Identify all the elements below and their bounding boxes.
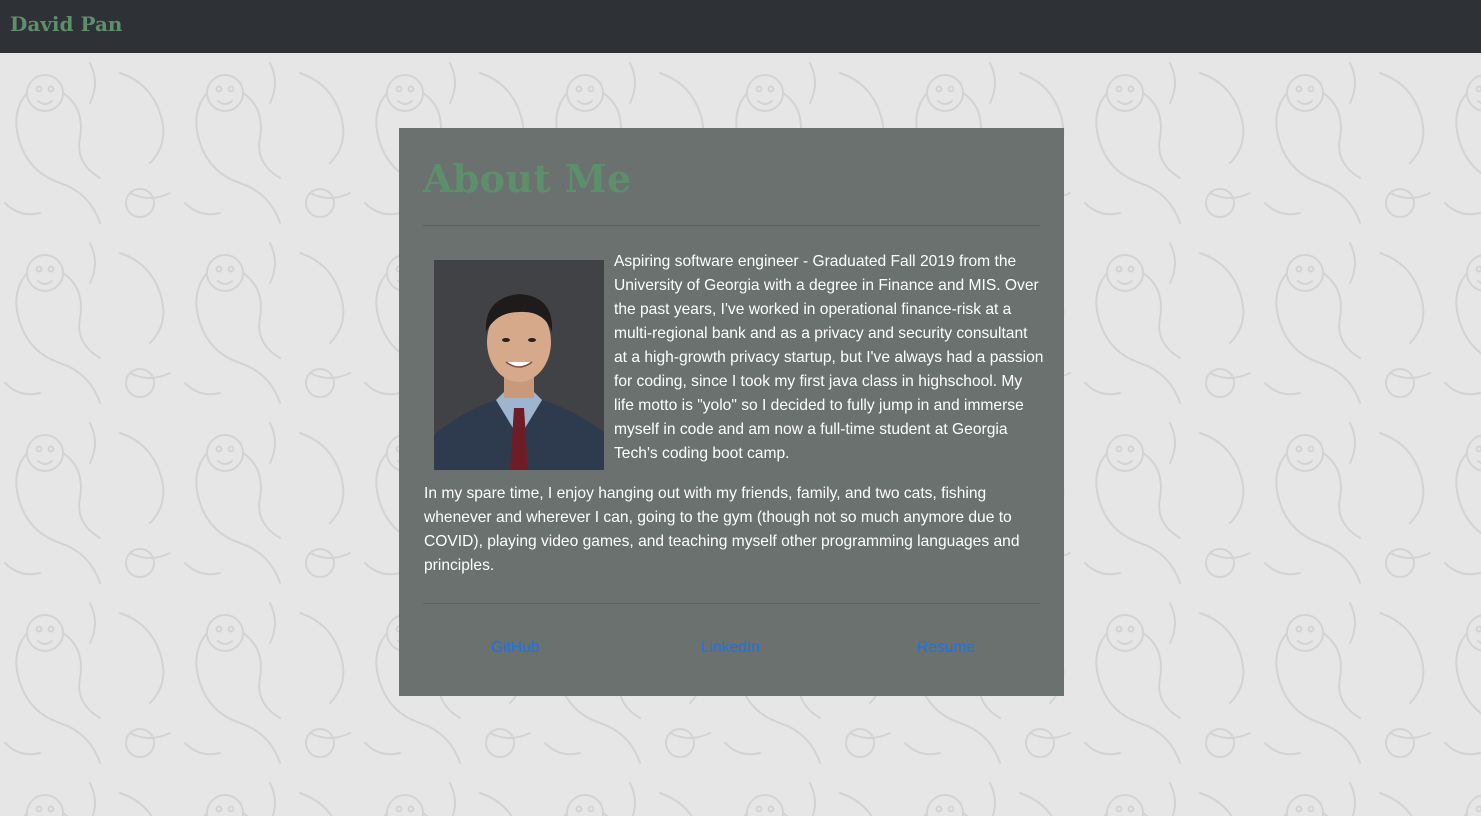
divider-bottom xyxy=(423,603,1040,604)
bio-paragraph-primary: Aspiring software engineer - Graduated F… xyxy=(614,253,1044,462)
github-link[interactable]: GitHub xyxy=(491,639,540,657)
brand-link[interactable]: David Pan xyxy=(10,12,122,36)
profile-photo xyxy=(434,260,604,470)
resume-link[interactable]: Resume xyxy=(917,639,975,657)
linkedin-link[interactable]: LinkedIn xyxy=(701,639,760,657)
footer-links: GitHub LinkedIn Resume xyxy=(423,639,1040,663)
divider-top xyxy=(423,225,1040,226)
about-card: About Me Aspiring software engineer - Gr… xyxy=(399,128,1064,696)
about-title: About Me xyxy=(423,156,632,201)
top-navbar: David Pan xyxy=(0,0,1481,53)
bio-paragraph-secondary: In my spare time, I enjoy hanging out wi… xyxy=(424,485,1020,574)
